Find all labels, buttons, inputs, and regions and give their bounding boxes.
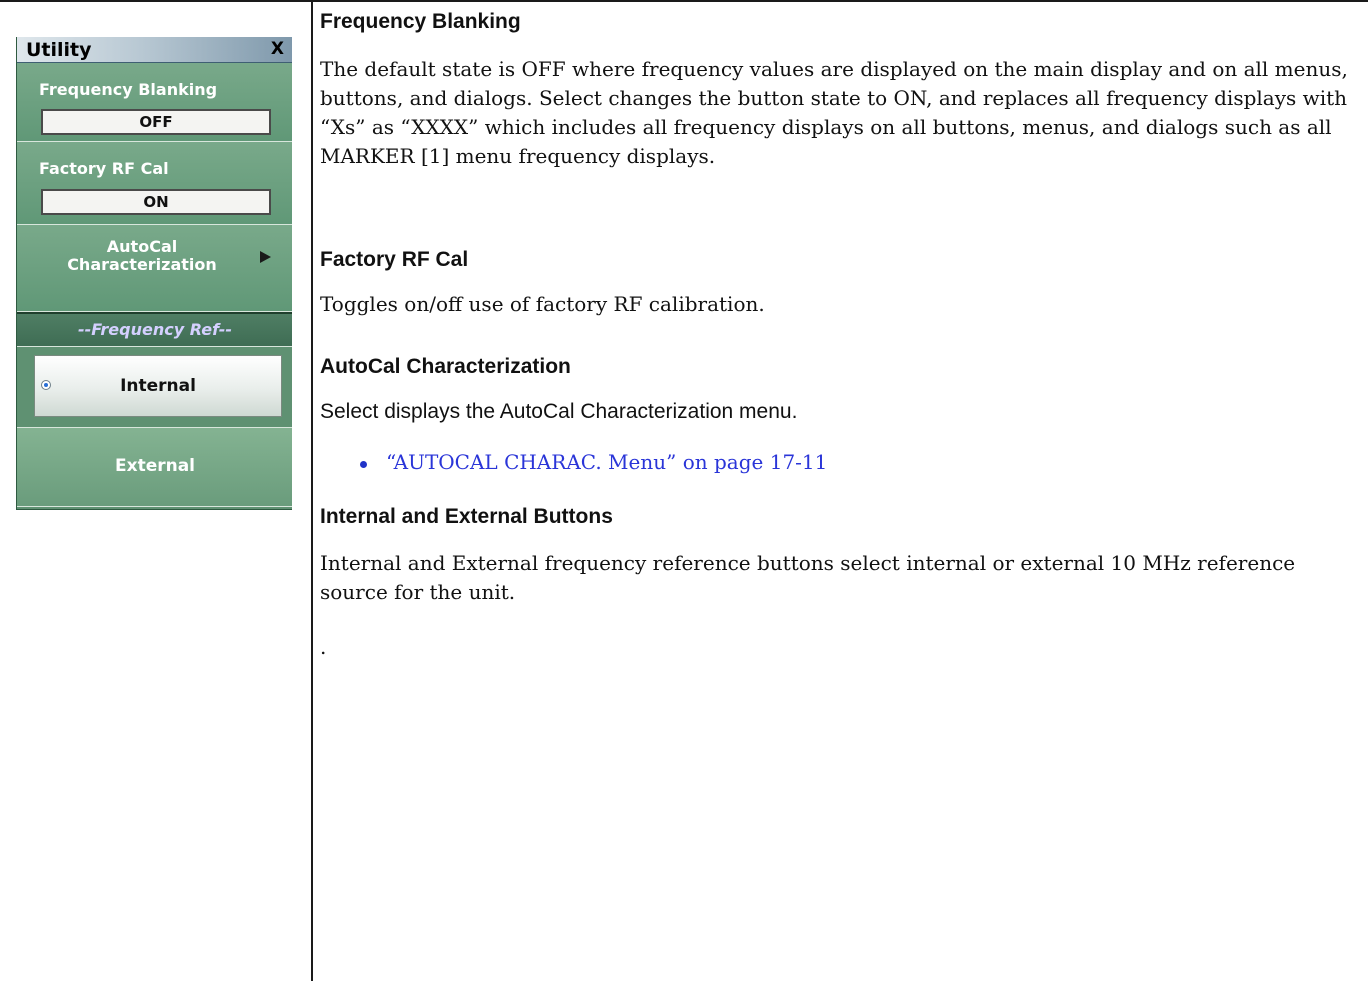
paragraph-internal-external: Internal and External frequency referenc… — [320, 551, 1296, 604]
heading-internal-external: Internal and External Buttons — [320, 505, 613, 528]
heading-autocal: AutoCal Characterization — [320, 355, 571, 378]
menu-title: Utility — [26, 39, 92, 61]
external-reference-button[interactable]: External — [17, 427, 292, 507]
frequency-ref-header: --Frequency Ref-- — [17, 312, 292, 347]
factory-rf-cal-toggle[interactable]: ON — [41, 189, 271, 215]
heading-factory-rf-cal: Factory RF Cal — [320, 248, 469, 271]
internal-label: Internal — [120, 376, 196, 396]
autocal-menu-link[interactable]: “AUTOCAL CHARAC. Menu” on page 17-11 — [386, 448, 827, 477]
top-rule — [0, 0, 1368, 2]
autocal-characterization-label: AutoCal Characterization — [67, 237, 217, 274]
frequency-blanking-toggle[interactable]: OFF — [41, 109, 271, 135]
submenu-arrow-icon — [260, 251, 271, 263]
factory-rf-cal-section: Factory RF Cal ON — [17, 142, 292, 225]
paragraph-factory-rf-cal: Toggles on/off use of factory RF calibra… — [320, 292, 765, 316]
close-icon[interactable]: X — [271, 39, 284, 59]
heading-frequency-blanking: Frequency Blanking — [320, 10, 521, 33]
frequency-blanking-section: Frequency Blanking OFF — [17, 63, 292, 142]
external-label: External — [114, 456, 196, 476]
frequency-blanking-label: Frequency Blanking — [39, 80, 218, 99]
factory-rf-cal-label: Factory RF Cal — [39, 159, 169, 178]
utility-menu: Utility X Frequency Blanking OFF Factory… — [16, 37, 292, 510]
paragraph-frequency-blanking: The default state is OFF where frequency… — [320, 57, 1348, 168]
bullet-icon — [360, 461, 367, 468]
paragraph-autocal: Select displays the AutoCal Characteriza… — [320, 400, 798, 423]
autocal-characterization-button[interactable]: AutoCal Characterization — [17, 225, 292, 312]
trailing-period: . — [320, 635, 327, 659]
menu-title-bar: Utility X — [17, 37, 292, 63]
internal-reference-button[interactable]: Internal — [34, 355, 282, 417]
frequency-ref-label: --Frequency Ref-- — [77, 320, 233, 339]
column-divider — [311, 0, 313, 981]
